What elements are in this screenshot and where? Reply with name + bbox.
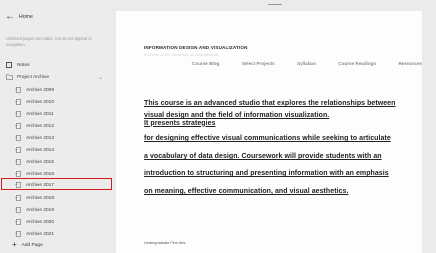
nav-syllabus[interactable]: Syllabus — [297, 61, 316, 66]
active-item-highlight — [1, 178, 112, 190]
site-footer: Undergraduate Fine Arts — [144, 241, 186, 245]
nav-course-blog[interactable]: Course Blog — [192, 61, 219, 66]
nav-resources[interactable]: Resources — [398, 61, 422, 66]
intro-line: on meaning, effective communication, and… — [144, 188, 349, 195]
sidebar-item[interactable]: Notes — [0, 60, 119, 70]
page-icon — [15, 219, 21, 225]
sidebar-item[interactable]: Archive 2020 — [0, 217, 128, 227]
back-label: Home — [19, 14, 33, 20]
sidebar-item-label: Archive 2021 — [26, 231, 54, 237]
nav-course-readings[interactable]: Course Readings — [338, 61, 376, 66]
sidebar-item-label: Archive 2012 — [26, 123, 54, 129]
page-icon — [15, 111, 21, 117]
sidebar-item[interactable]: Archive 2009 — [0, 85, 128, 95]
sidebar-item[interactable]: Project Archive ⌄ — [0, 72, 119, 82]
chevron-down-icon[interactable]: ⌄ — [98, 74, 103, 81]
plus-icon: + — [12, 240, 17, 249]
sidebar-item[interactable]: Archive 2012 — [0, 121, 128, 131]
intro-line: This course is an advanced studio that e… — [144, 100, 396, 107]
back-arrow-icon: ← — [5, 11, 15, 22]
sidebar-item-label: Notes — [17, 62, 30, 68]
add-page-button[interactable]: + Add Page — [12, 241, 43, 249]
sidebar-item-label: Archive 2009 — [26, 87, 54, 93]
sidebar-item[interactable]: Archive 2013 — [0, 133, 128, 143]
sidebar-item-label: Project Archive — [17, 74, 49, 80]
folder-icon — [6, 74, 13, 80]
page-icon — [15, 159, 21, 165]
sidebar-item-label: Archive 2015 — [26, 159, 54, 165]
unlinked-pages-hint: Unlinked pages are public, but do not ap… — [6, 36, 92, 47]
page-icon — [15, 207, 21, 213]
note-icon — [6, 62, 12, 68]
sidebar-item-label: Archive 2013 — [26, 135, 54, 141]
page-sidebar: ← Home Unlinked pages are public, but do… — [0, 0, 113, 253]
site-navigation: Course Blog Select Projects Syllabus Cou… — [192, 61, 422, 66]
page-icon — [15, 123, 21, 129]
site-preview: INFORMATION DESIGN AND VISUALIZATION a c… — [116, 11, 422, 253]
sidebar-item-label: Archive 2011 — [26, 111, 54, 117]
sidebar-item-label: Archive 2016 — [26, 171, 54, 177]
page-icon — [15, 171, 21, 177]
page-icon — [15, 147, 21, 153]
sidebar-item[interactable]: Archive 2011 — [0, 109, 128, 119]
back-home-link[interactable]: ← Home — [5, 12, 33, 22]
page-icon — [15, 195, 21, 201]
window-drag-handle[interactable] — [268, 4, 282, 5]
intro-line: for designing effective visual communica… — [144, 135, 391, 142]
site-subtitle: a course at the university of pennsylvan… — [144, 53, 218, 57]
intro-line: visual design and the field of informati… — [144, 112, 330, 127]
intro-line: a vocabulary of data design. Coursework … — [144, 153, 382, 160]
sidebar-item-label: Archive 2014 — [26, 147, 54, 153]
site-title: INFORMATION DESIGN AND VISUALIZATION — [144, 45, 248, 50]
sidebar-item[interactable]: Archive 2010 — [0, 97, 128, 107]
sidebar-item-label: Archive 2020 — [26, 219, 54, 225]
sidebar-item[interactable]: Archive 2015 — [0, 157, 128, 167]
sidebar-item[interactable]: Archive 2014 — [0, 145, 128, 155]
sidebar-item-label: Archive 2019 — [26, 207, 54, 213]
page-icon — [15, 135, 21, 141]
sidebar-item-label: Archive 2018 — [26, 195, 54, 201]
sidebar-item[interactable]: Archive 2021 — [0, 229, 128, 239]
add-page-label: Add Page — [21, 242, 43, 248]
page-icon — [15, 87, 21, 93]
sidebar-item[interactable]: Archive 2018 — [0, 193, 128, 203]
sidebar-item[interactable]: Archive 2019 — [0, 205, 128, 215]
sidebar-item-label: Archive 2010 — [26, 99, 54, 105]
page-icon — [15, 231, 21, 237]
intro-line: introduction to structuring and presenti… — [144, 170, 389, 177]
nav-select-projects[interactable]: Select Projects — [242, 61, 275, 66]
page-icon — [15, 99, 21, 105]
